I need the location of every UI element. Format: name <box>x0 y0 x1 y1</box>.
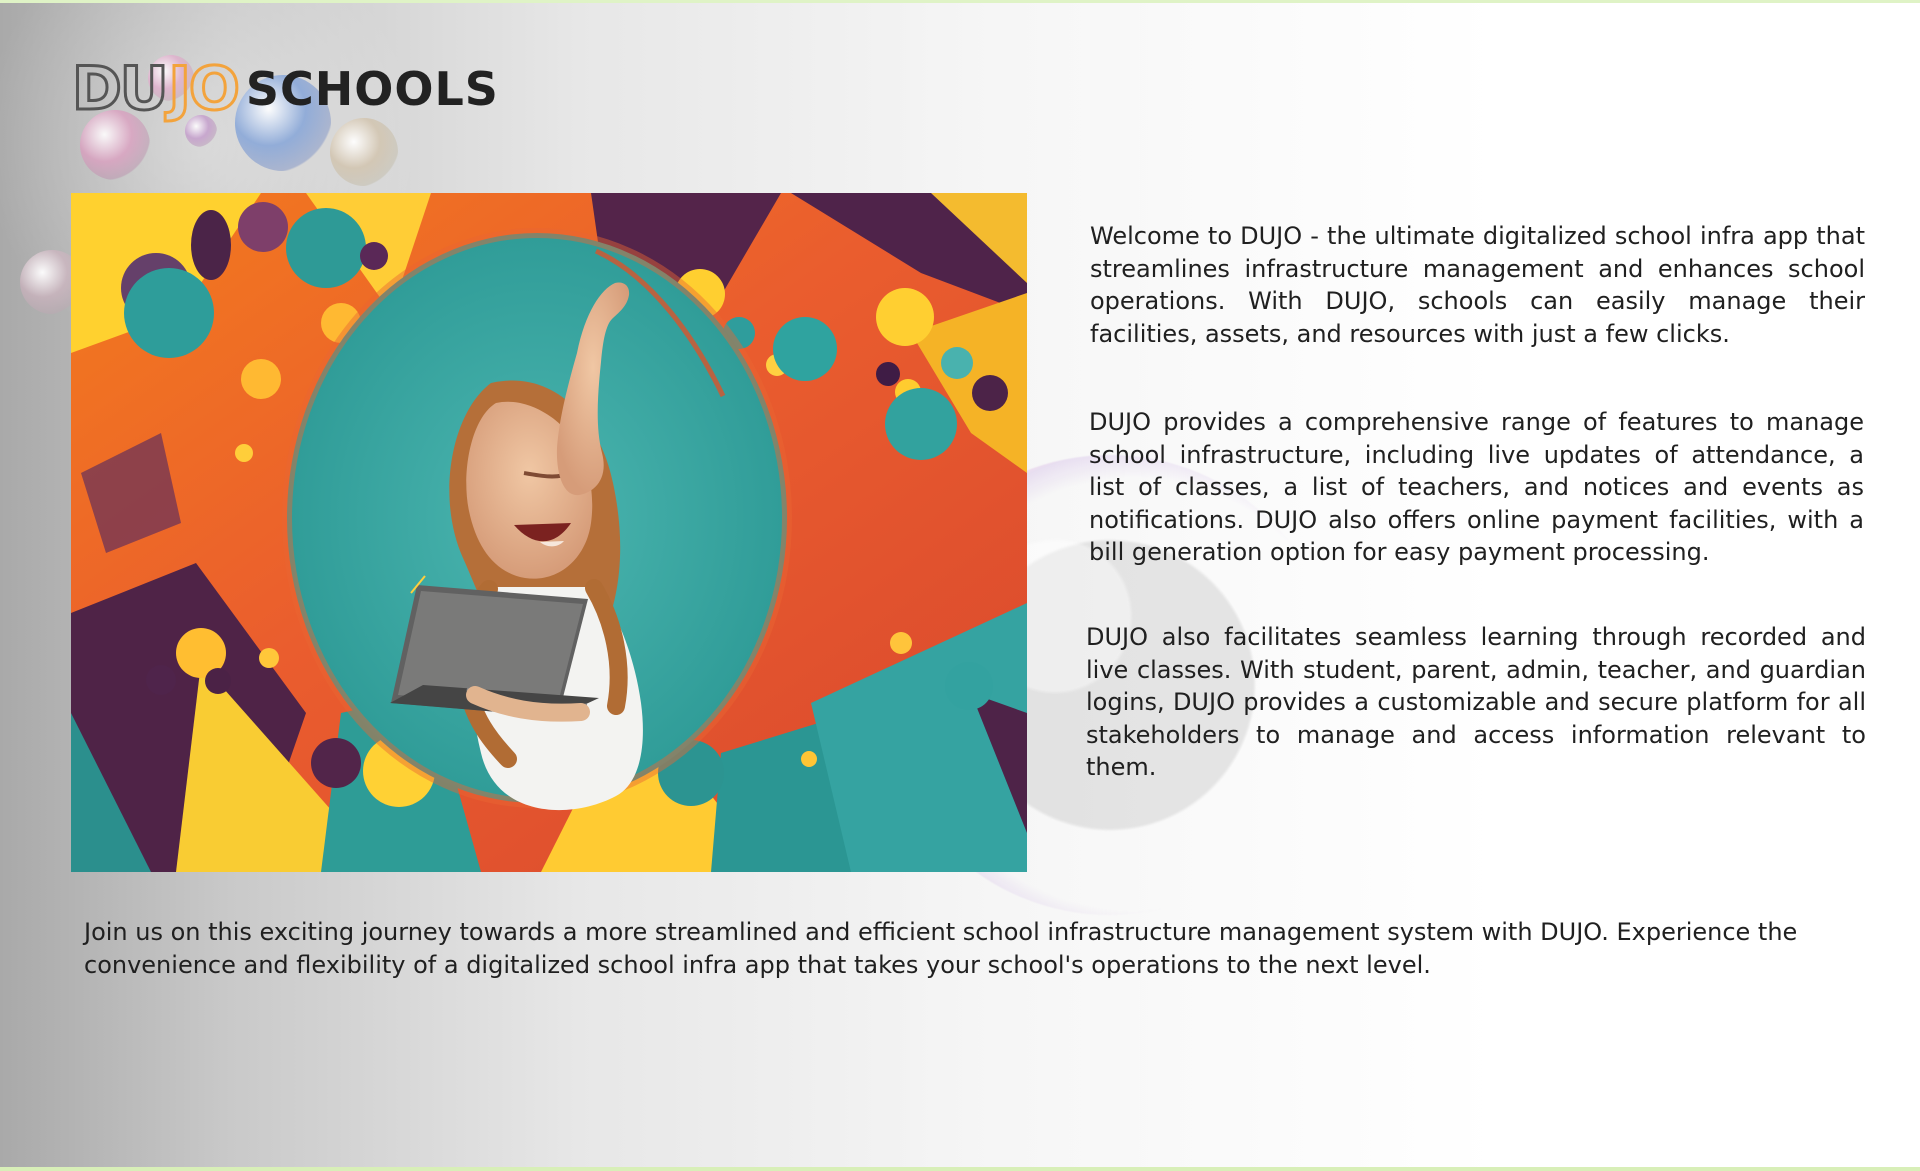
intro-paragraph: Welcome to DUJO - the ultimate digitaliz… <box>1090 222 1865 348</box>
logo-mark-du: DU <box>71 54 171 124</box>
learning-paragraph: DUJO also facilitates seamless learning … <box>1086 623 1866 781</box>
features-paragraph: DUJO provides a comprehensive range of f… <box>1089 408 1864 566</box>
logo-mark: DU JO <box>71 54 242 124</box>
logo-text: SCHOOLS <box>245 62 499 116</box>
hero-image <box>71 193 1027 872</box>
decorative-bubble <box>330 118 398 186</box>
hero-illustration <box>71 193 1027 872</box>
closing-paragraph: Join us on this exciting journey towards… <box>84 918 1798 979</box>
logo-mark-jo: JO <box>167 54 241 124</box>
brand-logo: DU JO SCHOOLS <box>71 54 499 124</box>
